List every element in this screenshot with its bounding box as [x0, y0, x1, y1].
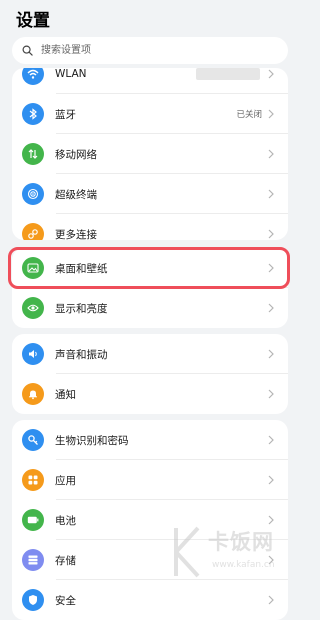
settings-item-label: 应用 [55, 474, 76, 487]
settings-item-battery[interactable]: 电池 [12, 500, 288, 540]
apps-icon [22, 469, 44, 491]
page-title: 设置 [16, 11, 50, 31]
settings-item-label: 安全 [55, 594, 76, 607]
chevron-right-icon [268, 149, 276, 159]
display-group: 桌面和壁纸 显示和亮度 [12, 248, 288, 328]
settings-item-storage[interactable]: 存储 [12, 540, 288, 580]
settings-item-label: 蓝牙 [55, 108, 76, 121]
bell-icon [22, 383, 44, 405]
chevron-right-icon [268, 595, 276, 605]
storage-icon [22, 549, 44, 571]
bluetooth-status: 已关闭 [236, 110, 262, 120]
chevron-right-icon [268, 109, 276, 119]
eye-icon [22, 297, 44, 319]
chevron-right-icon [268, 349, 276, 359]
settings-item-label: 显示和亮度 [55, 302, 108, 315]
chevron-right-icon [268, 303, 276, 313]
settings-item-wlan[interactable]: WLAN [12, 68, 288, 94]
key-icon [22, 429, 44, 451]
chevron-right-icon [268, 189, 276, 199]
chevron-right-icon [268, 389, 276, 399]
wallpaper-icon [22, 257, 44, 279]
sound-icon [22, 343, 44, 365]
chevron-right-icon [268, 229, 276, 239]
settings-item-security[interactable]: 安全 [12, 580, 288, 620]
settings-item-label: 移动网络 [55, 148, 97, 161]
wlan-network-name [196, 68, 260, 80]
chevron-right-icon [268, 263, 276, 273]
settings-item-label: 存储 [55, 554, 76, 567]
link-icon [22, 223, 44, 240]
chevron-right-icon [268, 555, 276, 565]
settings-item-label: 超级终端 [55, 188, 97, 201]
bluetooth-icon [22, 103, 44, 125]
settings-item-super-device[interactable]: 超级终端 [12, 174, 288, 214]
chevron-right-icon [268, 515, 276, 525]
settings-item-notifications[interactable]: 通知 [12, 374, 288, 414]
settings-item-apps[interactable]: 应用 [12, 460, 288, 500]
settings-item-label: 电池 [55, 514, 76, 527]
settings-item-label: 声音和振动 [55, 348, 108, 361]
wifi-icon [22, 68, 44, 85]
battery-icon [22, 509, 44, 531]
settings-item-desktop-wallpaper[interactable]: 桌面和壁纸 [12, 248, 288, 288]
settings-item-label: 生物识别和密码 [55, 434, 129, 447]
chevron-right-icon [268, 475, 276, 485]
search-input[interactable] [39, 44, 263, 57]
super-device-icon [22, 183, 44, 205]
search-bar[interactable] [12, 37, 288, 64]
system-group: 生物识别和密码 应用 电池 存储 安全 [12, 420, 288, 620]
search-icon [22, 45, 33, 56]
sound-notification-group: 声音和振动 通知 [12, 334, 288, 414]
shield-icon [22, 589, 44, 611]
settings-item-biometrics-password[interactable]: 生物识别和密码 [12, 420, 288, 460]
settings-item-mobile-network[interactable]: 移动网络 [12, 134, 288, 174]
settings-item-label: 通知 [55, 388, 76, 401]
chevron-right-icon [268, 69, 276, 79]
settings-item-bluetooth[interactable]: 蓝牙 已关闭 [12, 94, 288, 134]
settings-item-sound-vibration[interactable]: 声音和振动 [12, 334, 288, 374]
settings-item-display-brightness[interactable]: 显示和亮度 [12, 288, 288, 328]
settings-item-label: 桌面和壁纸 [55, 262, 108, 275]
settings-item-label: 更多连接 [55, 228, 97, 241]
settings-item-more-connections[interactable]: 更多连接 [12, 214, 288, 240]
chevron-right-icon [268, 435, 276, 445]
settings-item-label: WLAN [55, 68, 87, 80]
connectivity-group: WLAN 蓝牙 已关闭 移动网络 超级终端 更多连接 [12, 68, 288, 240]
mobile-network-icon [22, 143, 44, 165]
